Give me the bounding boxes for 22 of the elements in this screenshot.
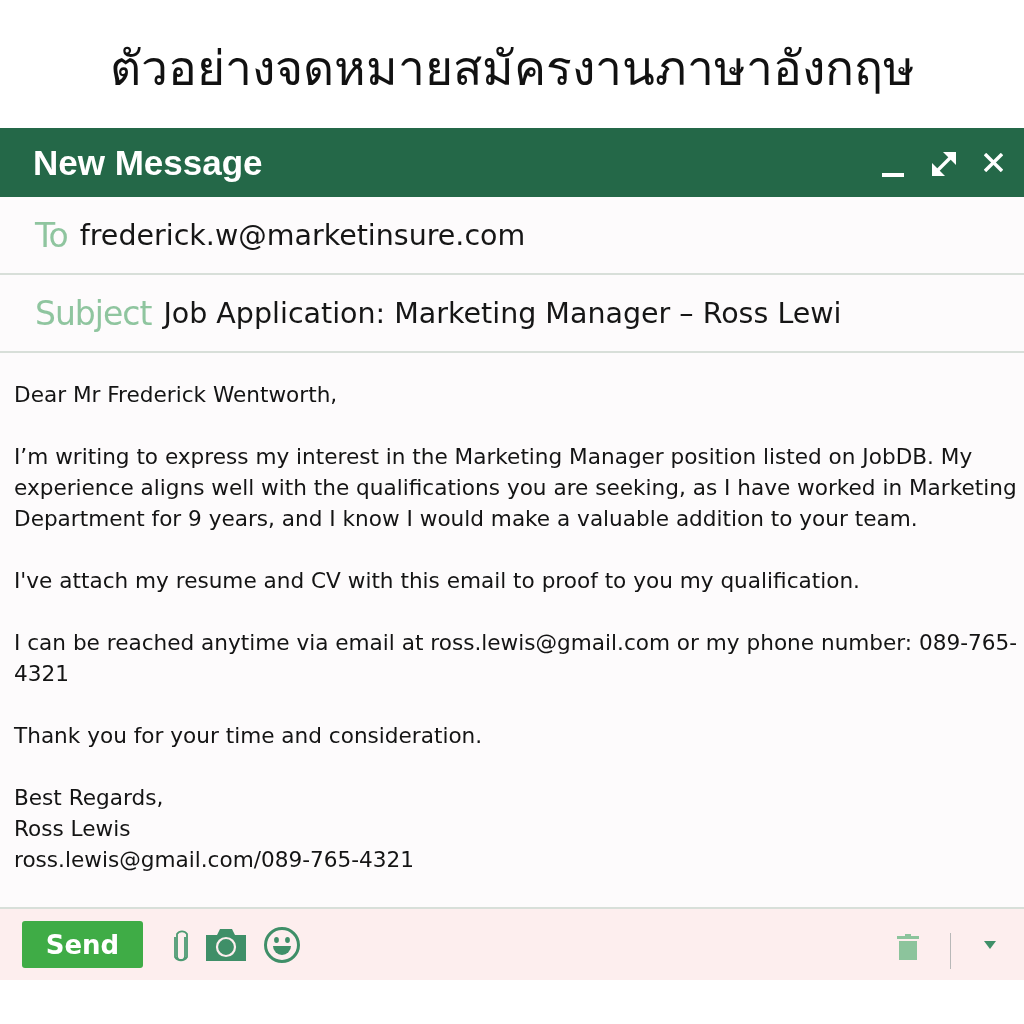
body-text: ross.lewis@gmail.com/089-765-4321 [14, 846, 415, 874]
smiley-icon[interactable] [264, 926, 300, 963]
trash-icon[interactable] [897, 933, 919, 960]
body-text: Ross Lewis [14, 815, 132, 843]
minimize-icon[interactable] [882, 172, 904, 177]
camera-icon[interactable] [206, 928, 246, 961]
message-body-field[interactable] [0, 353, 1024, 909]
body-text: Dear Mr Frederick Wentworth, [14, 381, 339, 409]
window-title: New Message [33, 142, 263, 183]
expand-icon[interactable] [932, 151, 956, 176]
body-text: Best Regards, [14, 784, 165, 812]
body-text: I can be reached anytime via email at ross.lewis@gmail.com or my phone number: 089-765-4321 [14, 629, 1018, 688]
body-text: I’m writing to express my interest in the Marketing Manager position listed on JobDB. My experience aligns well with the qualifications you are seeking, as I have worked in Marketing Department for 9 years, and I know I would make a valuable addition to your team. [14, 443, 1018, 533]
field-label: To [35, 215, 68, 255]
body-text: Thank you for your time and consideration. [14, 722, 484, 750]
field-label: Subject [35, 293, 152, 333]
page-title: ตัวอย่างจดหมายสมัครงานภาษาอังกฤษ [109, 38, 915, 98]
input-field[interactable]: frederick.w@marketinsure.com [79, 218, 526, 252]
caret-icon[interactable] [984, 940, 996, 949]
close-icon[interactable] [984, 153, 1003, 172]
input-field[interactable]: Job Application: Marketing Manager – Ross Lewi [163, 296, 842, 330]
body-text: I've attach my resume and CV with this email to proof to you my qualification. [14, 567, 861, 595]
